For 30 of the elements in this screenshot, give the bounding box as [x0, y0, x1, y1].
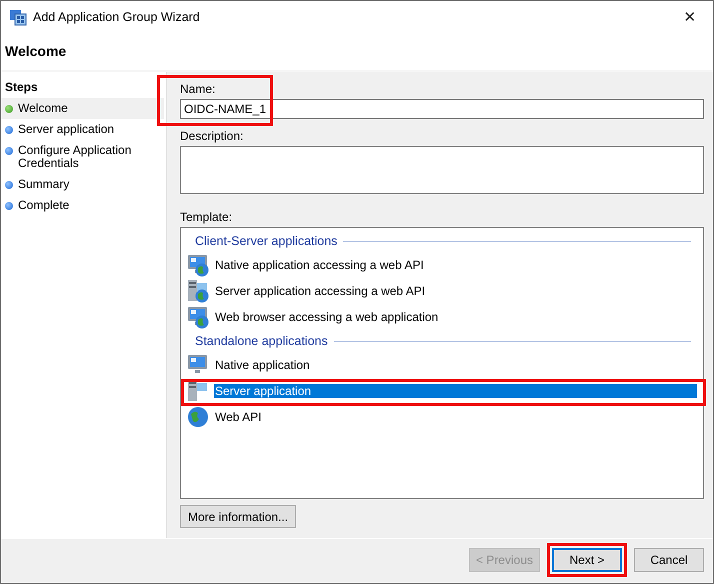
group-heading: Standalone applications — [195, 334, 328, 348]
wizard-button[interactable]: Cancel — [634, 548, 704, 572]
template-label: Template: — [180, 210, 234, 224]
server-icon — [186, 279, 210, 303]
globe-icon — [186, 405, 210, 429]
monitor-icon — [186, 253, 210, 277]
application-icon — [9, 8, 27, 26]
more-information-button[interactable]: More information... — [180, 505, 296, 528]
window-title: Add Application Group Wizard — [33, 10, 201, 24]
name-label: Name: — [180, 82, 216, 96]
template-item[interactable]: Native application accessing a web API — [185, 252, 697, 278]
template-item[interactable]: Server application accessing a web API — [185, 278, 697, 304]
template-item[interactable]: Web API — [185, 404, 697, 430]
step-item: Configure Application Credentials — [1, 140, 164, 174]
description-label: Description: — [180, 129, 244, 143]
steps-heading: Steps — [4, 79, 39, 96]
name-field[interactable]: OIDC-NAME_1 — [180, 99, 704, 119]
group-heading: Client-Server applications — [195, 234, 338, 248]
description-field[interactable] — [180, 146, 704, 194]
template-item[interactable]: Web browser accessing a web application — [185, 304, 697, 330]
step-item: Summary — [1, 174, 164, 195]
server-icon — [186, 379, 210, 403]
step-item: Complete — [1, 195, 164, 216]
monitor-icon — [186, 305, 210, 329]
close-button[interactable]: ✕ — [667, 1, 713, 32]
step-item: Server application — [1, 119, 164, 140]
page-title: Welcome — [5, 43, 66, 59]
step-item: Welcome — [1, 98, 164, 119]
wizard-button[interactable]: Next > — [552, 548, 622, 572]
template-item[interactable]: Native application — [185, 352, 697, 378]
